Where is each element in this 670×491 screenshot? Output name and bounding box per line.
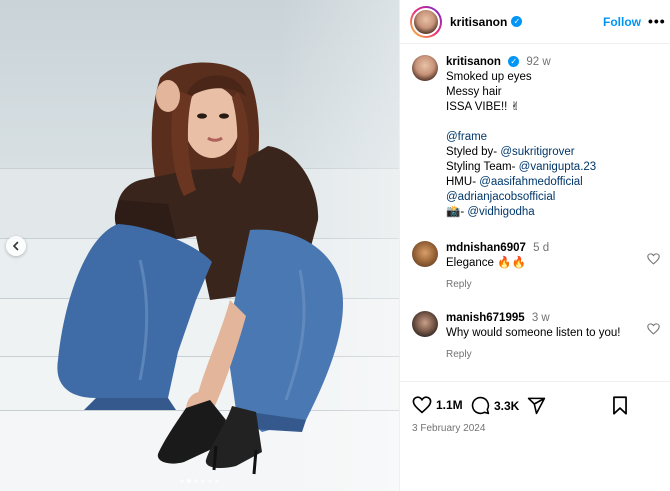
comment-time: 5 d <box>533 242 550 254</box>
follow-button[interactable]: Follow <box>603 15 641 29</box>
hmu-label: HMU- <box>446 176 480 188</box>
caption-line: Messy hair <box>446 86 502 98</box>
action-bar: 1.1M 3.3K 3 February 2024 <box>400 381 670 491</box>
comment-button[interactable]: 3.3K <box>471 396 519 415</box>
carousel-dot <box>201 479 205 483</box>
avatar[interactable] <box>412 7 440 36</box>
caption-line: Smoked up eyes <box>446 71 532 83</box>
caption-time: 92 w <box>526 56 551 68</box>
caption-username[interactable]: kritisanon <box>446 56 501 68</box>
like-count: 1.1M <box>436 398 463 412</box>
more-options-icon[interactable]: ••• <box>648 13 666 29</box>
comment-username[interactable]: mdnishan6907 <box>446 242 526 254</box>
post-header: kritisanon ✓ Follow ••• <box>400 0 670 44</box>
comment-count: 3.3K <box>494 398 520 413</box>
avatar[interactable] <box>412 55 438 81</box>
comment-avatar[interactable] <box>412 241 438 267</box>
save-button[interactable] <box>612 396 628 415</box>
comment-body: manish671995 3 w Why would someone liste… <box>446 311 656 362</box>
stylist-link[interactable]: @sukritigrover <box>500 146 574 158</box>
comment-username[interactable]: manish671995 <box>446 312 525 324</box>
hmu-link-2[interactable]: @adrianjacobsofficial <box>446 191 555 203</box>
person-illustration <box>57 62 344 475</box>
carousel-dot <box>180 479 184 483</box>
comment-text: Why would someone listen to you! <box>446 327 621 339</box>
avatar[interactable] <box>412 311 438 337</box>
heart-icon <box>412 396 432 414</box>
avatar[interactable] <box>412 241 438 267</box>
comment-text: Elegance 🔥🔥 <box>446 257 526 269</box>
carousel-dot <box>208 479 212 483</box>
carousel-dots <box>0 479 399 483</box>
heart-icon[interactable] <box>647 253 660 265</box>
share-button[interactable] <box>527 396 546 415</box>
comment-avatar[interactable] <box>412 311 438 337</box>
carousel-prev-button[interactable] <box>6 236 26 256</box>
caption-line: ISSA VIBE!! ✌ <box>446 101 521 113</box>
carousel-dot <box>194 479 198 483</box>
styling-team-link[interactable]: @vanigupta.23 <box>519 161 597 173</box>
post-date: 3 February 2024 <box>412 423 486 434</box>
header-username[interactable]: kritisanon <box>450 15 507 29</box>
like-button[interactable]: 1.1M <box>412 396 463 414</box>
verified-badge-icon: ✓ <box>511 16 523 27</box>
story-ring[interactable] <box>410 5 442 38</box>
share-icon <box>527 397 546 415</box>
photographer-link[interactable]: @vidhigodha <box>467 206 534 218</box>
hmu-link[interactable]: @aasifahmedofficial <box>479 176 583 188</box>
reply-button[interactable]: Reply <box>446 347 656 362</box>
reply-button[interactable]: Reply <box>446 277 656 292</box>
comments-scroll[interactable]: kritisanon ✓ 92 w Smoked up eyes Messy h… <box>400 45 670 381</box>
post-sidebar: kritisanon ✓ Follow ••• kritisanon ✓ 92 … <box>399 0 670 491</box>
styling-team-label: Styling Team- <box>446 161 519 173</box>
post-photo[interactable] <box>0 0 399 491</box>
styled-by-label: Styled by- <box>446 146 501 158</box>
carousel-dot <box>215 479 219 483</box>
bookmark-icon <box>613 396 627 415</box>
caption-avatar[interactable] <box>412 55 438 81</box>
camera-icon-label: 📸- <box>446 206 468 218</box>
heart-icon[interactable] <box>647 323 660 335</box>
frame-link[interactable]: @frame <box>446 131 487 143</box>
chevron-left-icon <box>12 241 19 251</box>
comment-time: 3 w <box>531 312 550 324</box>
comment-body: mdnishan6907 5 d Elegance 🔥🔥 Reply <box>446 241 656 292</box>
verified-badge-icon: ✓ <box>508 56 520 68</box>
carousel-dot-active <box>187 479 191 483</box>
caption-body: kritisanon ✓ 92 w Smoked up eyes Messy h… <box>446 55 656 220</box>
comment-icon <box>471 396 490 415</box>
